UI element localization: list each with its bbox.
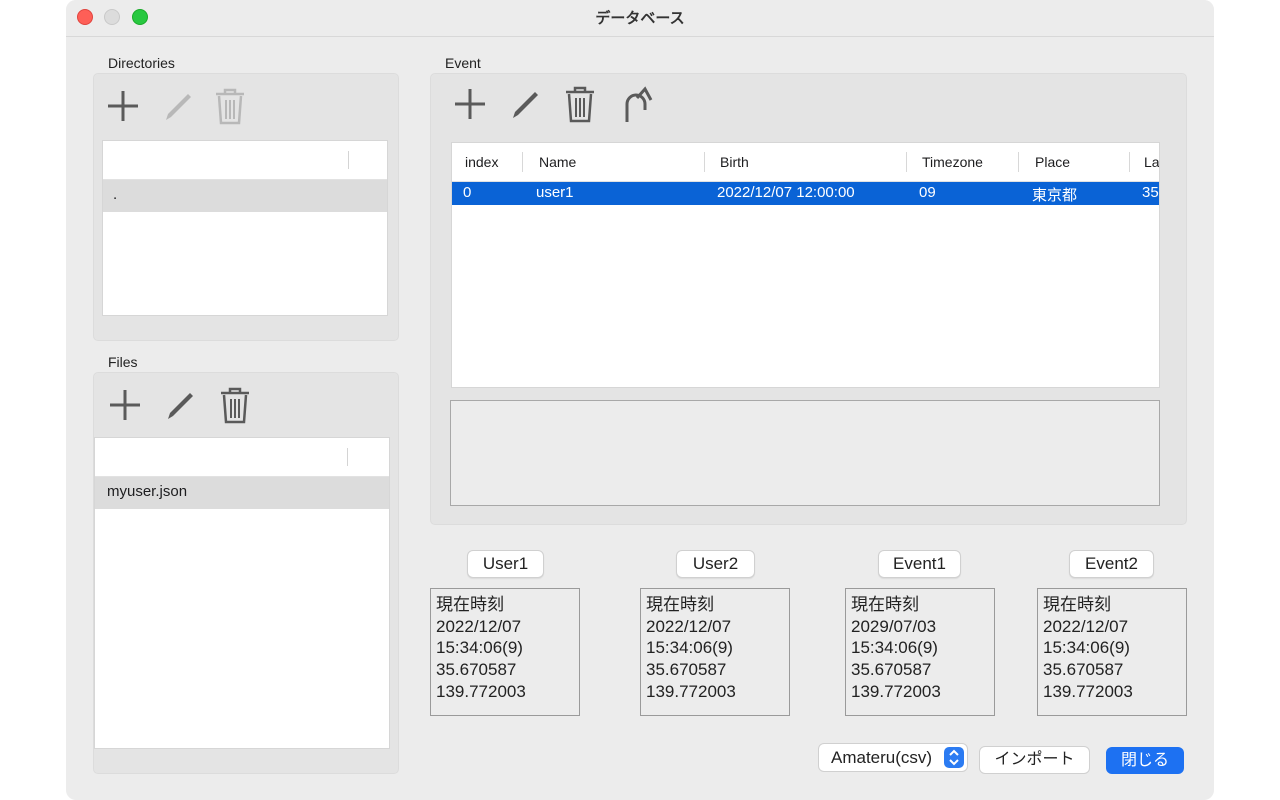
plus-icon — [110, 390, 140, 420]
directories-list-header — [103, 141, 387, 180]
edit-directory-button[interactable] — [158, 86, 198, 126]
info-line: 35.670587 — [646, 660, 727, 680]
column-header-birth[interactable]: Birth — [720, 154, 749, 170]
column-header-name[interactable]: Name — [539, 154, 576, 170]
cell-index: 0 — [463, 184, 472, 201]
add-directory-button[interactable] — [103, 86, 143, 126]
delete-file-button[interactable] — [215, 385, 255, 425]
user2-info: 現在時刻 2022/12/07 15:34:06(9) 35.670587 13… — [640, 588, 790, 716]
info-line: 35.670587 — [851, 660, 932, 680]
event2-info: 現在時刻 2022/12/07 15:34:06(9) 35.670587 13… — [1037, 588, 1187, 716]
info-line: 139.772003 — [851, 681, 941, 701]
info-line: 15:34:06(9) — [851, 638, 938, 658]
close-button[interactable]: 閉じる — [1106, 747, 1184, 774]
pencil-icon — [168, 393, 193, 419]
user1-button[interactable]: User1 — [467, 550, 544, 578]
directories-list[interactable]: . — [102, 140, 388, 316]
list-item[interactable]: . — [103, 180, 387, 212]
edit-event-button[interactable] — [505, 84, 545, 124]
table-row[interactable]: 0 user1 2022/12/07 12:00:00 09 東京都 35 — [452, 182, 1159, 205]
info-line: 2029/07/03 — [851, 616, 937, 636]
format-select[interactable]: Amateru(csv) — [818, 743, 968, 772]
event-table-header: index Name Birth Timezone Place La — [452, 143, 1159, 182]
cell-name: user1 — [536, 184, 574, 201]
cell-place: 東京都 — [1032, 187, 1078, 204]
edit-file-button[interactable] — [160, 385, 200, 425]
info-line: 35.670587 — [1043, 660, 1124, 680]
column-header-latitude[interactable]: La — [1144, 154, 1159, 170]
plus-icon — [108, 91, 138, 121]
info-line: 2022/12/07 — [646, 616, 732, 636]
user2-button[interactable]: User2 — [676, 550, 755, 578]
format-select-value: Amateru(csv) — [831, 748, 933, 767]
import-button[interactable]: インポート — [979, 746, 1090, 774]
plus-icon — [455, 89, 485, 119]
event1-button[interactable]: Event1 — [878, 550, 961, 578]
event-memo-area[interactable] — [450, 400, 1160, 506]
info-line: 15:34:06(9) — [436, 638, 523, 658]
list-item[interactable]: myuser.json — [95, 477, 389, 509]
event1-info: 現在時刻 2029/07/03 15:34:06(9) 35.670587 13… — [845, 588, 995, 716]
event2-button[interactable]: Event2 — [1069, 550, 1154, 578]
undo-arrow-icon — [625, 86, 653, 122]
trash-icon — [566, 86, 594, 123]
add-file-button[interactable] — [105, 385, 145, 425]
cell-timezone: 09 — [919, 184, 936, 201]
delete-directory-button[interactable] — [210, 86, 250, 126]
info-line: 139.772003 — [1043, 681, 1133, 701]
info-line: 2022/12/07 — [436, 616, 522, 636]
info-line: 15:34:06(9) — [646, 638, 733, 658]
event-label: Event — [445, 55, 481, 71]
files-group: myuser.json — [93, 372, 399, 774]
pencil-icon — [513, 92, 538, 118]
info-line: 35.670587 — [436, 660, 517, 680]
info-line: 15:34:06(9) — [1043, 638, 1130, 658]
directories-group: . — [93, 73, 399, 341]
info-line: 139.772003 — [436, 681, 526, 701]
files-list[interactable]: myuser.json — [94, 437, 390, 749]
title-bar: データベース — [66, 0, 1214, 37]
window-title: データベース — [595, 10, 685, 27]
files-label: Files — [108, 354, 138, 370]
info-line: 現在時刻 — [436, 595, 504, 614]
trash-icon — [216, 88, 244, 125]
column-header-index[interactable]: index — [465, 154, 498, 170]
files-list-header — [95, 438, 389, 477]
event-table[interactable]: index Name Birth Timezone Place La 0 use… — [451, 142, 1160, 388]
event-group: index Name Birth Timezone Place La 0 use… — [430, 73, 1187, 525]
info-line: 139.772003 — [646, 681, 736, 701]
delete-event-button[interactable] — [560, 84, 600, 124]
info-line: 2022/12/07 — [1043, 616, 1129, 636]
info-line: 現在時刻 — [646, 595, 714, 614]
pencil-icon — [166, 94, 191, 120]
chevron-updown-icon — [944, 747, 964, 768]
column-header-place[interactable]: Place — [1035, 154, 1070, 170]
database-window: データベース Directories . Files myuser.json E… — [66, 0, 1214, 800]
user1-info: 現在時刻 2022/12/07 15:34:06(9) 35.670587 13… — [430, 588, 580, 716]
trash-icon — [221, 387, 249, 424]
undo-event-button[interactable] — [615, 84, 655, 124]
cell-birth: 2022/12/07 12:00:00 — [717, 184, 855, 201]
info-line: 現在時刻 — [1043, 595, 1111, 614]
info-line: 現在時刻 — [851, 595, 919, 614]
column-header-timezone[interactable]: Timezone — [922, 154, 983, 170]
directories-label: Directories — [108, 55, 175, 71]
cell-latitude: 35 — [1142, 184, 1159, 201]
add-event-button[interactable] — [450, 84, 490, 124]
